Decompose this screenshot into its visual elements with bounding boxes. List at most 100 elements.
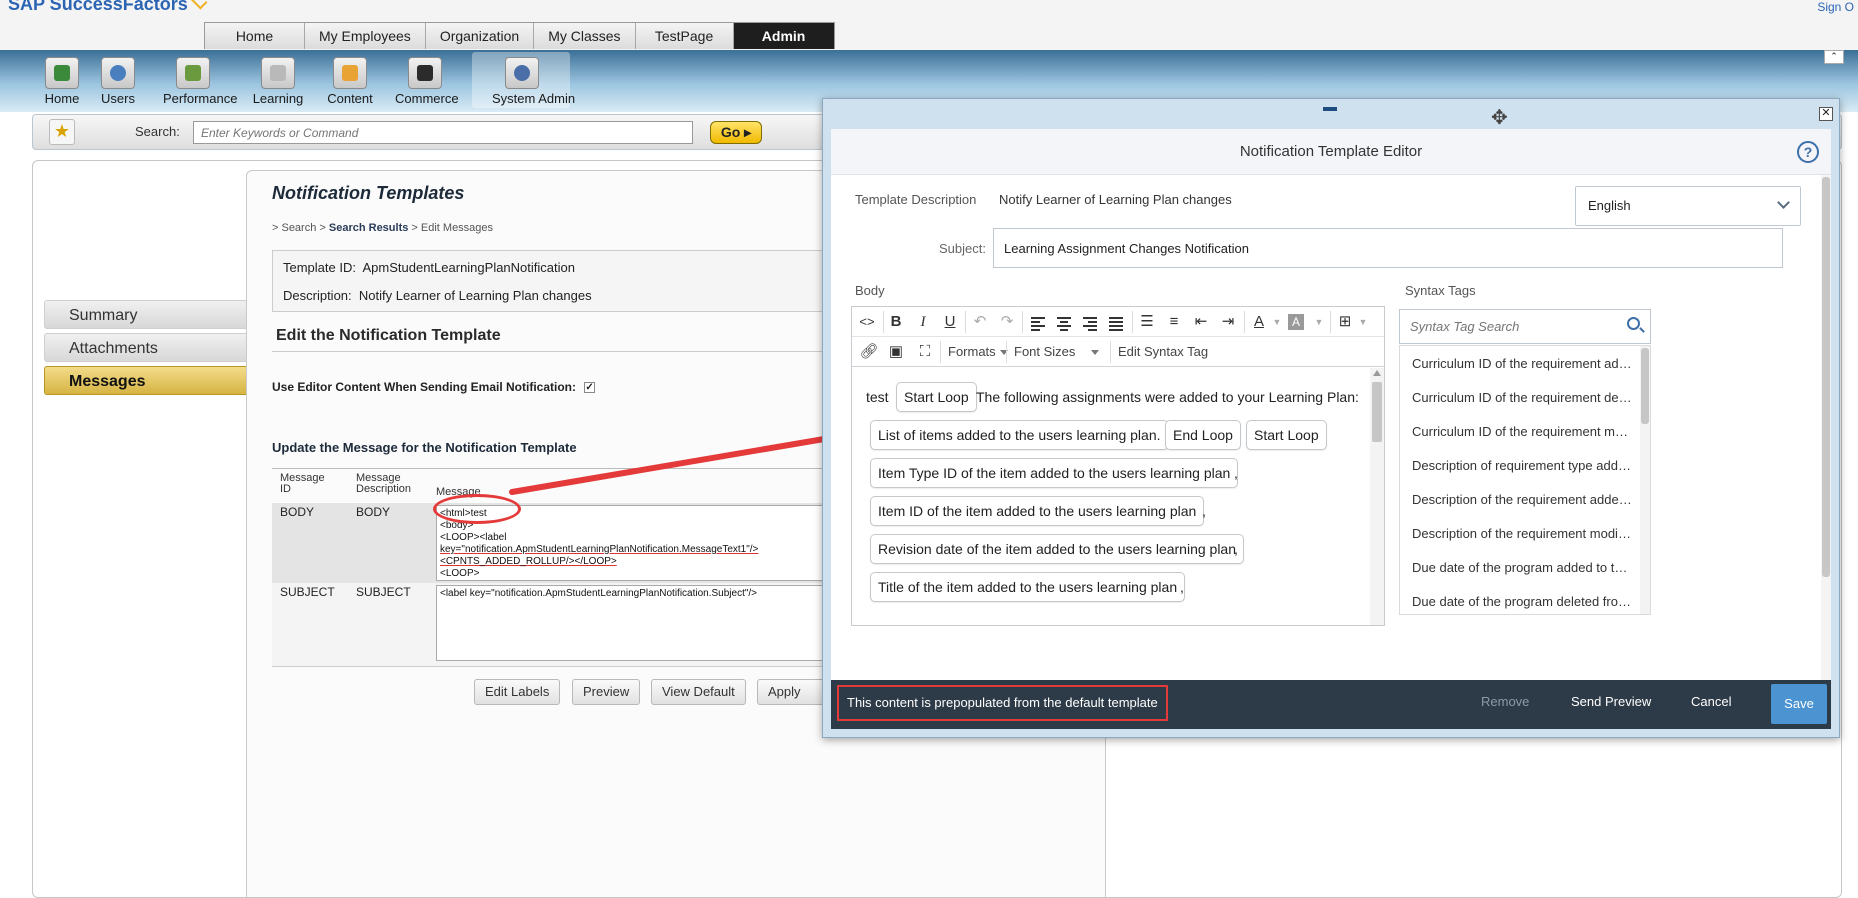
syntax-chip-list-items[interactable]: List of items added to the users learnin… xyxy=(870,420,1169,450)
close-icon[interactable]: ✕ xyxy=(1819,107,1833,121)
breadcrumb-suffix: > Edit Messages xyxy=(408,222,494,234)
syntax-chip-start-loop[interactable]: Start Loop xyxy=(1246,420,1327,450)
numbered-list-icon[interactable]: ≡ xyxy=(1163,312,1185,332)
italic-icon[interactable]: I xyxy=(912,312,934,332)
collapse-header-button[interactable]: ⌃ xyxy=(1824,50,1844,64)
text-intro: The following assignments were added to … xyxy=(976,389,1359,405)
dialog-scrollbar[interactable] xyxy=(1821,175,1831,680)
app-commerce[interactable]: Commerce xyxy=(395,56,459,106)
move-icon[interactable]: ✥ xyxy=(1491,105,1508,130)
remove-button[interactable]: Remove xyxy=(1481,694,1529,709)
search-input[interactable] xyxy=(193,121,693,144)
indent-icon[interactable]: ⇥ xyxy=(1217,312,1239,332)
syntax-tag-search-input[interactable] xyxy=(1399,309,1651,344)
list-item[interactable]: Curriculum ID of the requirement modifie… xyxy=(1412,424,1634,439)
list-item[interactable]: Due date of the program deleted from the… xyxy=(1412,594,1634,609)
dialog-header: Notification Template Editor ? xyxy=(831,129,1831,175)
edit-labels-button[interactable]: Edit Labels xyxy=(474,679,561,705)
syntax-chip-end-loop[interactable]: End Loop xyxy=(1165,420,1241,450)
list-item[interactable]: Due date of the program added to the use… xyxy=(1412,560,1634,575)
subject-input[interactable] xyxy=(993,228,1783,268)
tab-admin[interactable]: Admin xyxy=(733,23,834,49)
justify-icon[interactable] xyxy=(1104,312,1126,332)
cancel-button[interactable]: Cancel xyxy=(1691,694,1731,709)
app-performance-label: Performance xyxy=(163,91,238,106)
list-item[interactable]: Description of requirement type added to… xyxy=(1412,458,1634,473)
editor-content[interactable]: test Start Loop The following assignment… xyxy=(852,368,1384,625)
app-learning[interactable]: Learning xyxy=(248,56,308,106)
logo-chevron-icon xyxy=(190,0,208,10)
template-id-row: Template ID: ApmStudentLearningPlanNotif… xyxy=(283,260,575,275)
language-select[interactable]: English xyxy=(1575,186,1801,226)
preview-button[interactable]: Preview xyxy=(572,679,641,705)
dialog-scroll-thumb[interactable] xyxy=(1822,177,1830,577)
tab-my-classes[interactable]: My Classes xyxy=(534,23,636,49)
template-description-row: Description: Notify Learner of Learning … xyxy=(283,288,592,303)
font-sizes-dropdown[interactable]: Font Sizes xyxy=(1014,344,1104,359)
nav-attachments[interactable]: Attachments xyxy=(44,333,248,362)
template-id-label: Template ID: xyxy=(283,260,356,275)
list-item[interactable]: Curriculum ID of the requirement added t… xyxy=(1412,356,1634,371)
outdent-icon[interactable]: ⇤ xyxy=(1190,312,1212,332)
syntax-chip-revision-date[interactable]: Revision date of the item added to the u… xyxy=(870,534,1245,564)
fullscreen-icon[interactable]: ⛶ xyxy=(914,342,936,362)
row-body-id: BODY xyxy=(280,505,315,519)
align-center-icon[interactable] xyxy=(1052,312,1074,332)
bold-icon[interactable]: B xyxy=(885,312,907,332)
tab-testpage[interactable]: TestPage xyxy=(635,23,734,49)
syntax-chip-item-id[interactable]: Item ID of the item added to the users l… xyxy=(870,496,1205,526)
app-system-admin[interactable]: System Admin xyxy=(492,56,575,106)
apply-changes-button[interactable]: Apply Ch xyxy=(757,679,827,705)
edit-syntax-tag-button[interactable]: Edit Syntax Tag xyxy=(1118,344,1208,359)
help-icon[interactable]: ? xyxy=(1797,141,1819,163)
source-code-icon[interactable]: <> xyxy=(856,312,878,332)
tab-organization[interactable]: Organization xyxy=(425,23,535,49)
go-button[interactable]: Go ▸ xyxy=(710,121,762,144)
app-home[interactable]: Home xyxy=(32,56,92,106)
align-right-icon[interactable] xyxy=(1078,312,1100,332)
editor-scrollbar[interactable] xyxy=(1370,368,1384,625)
align-left-icon[interactable] xyxy=(1026,312,1048,332)
table-caret-icon[interactable]: ▼ xyxy=(1352,312,1374,332)
formats-dropdown[interactable]: Formats xyxy=(948,344,1008,359)
template-description-value: Notify Learner of Learning Plan changes xyxy=(358,288,592,303)
save-button[interactable]: Save xyxy=(1771,684,1827,724)
app-performance[interactable]: Performance xyxy=(163,56,238,106)
redo-icon[interactable]: ↷ xyxy=(996,312,1018,332)
tab-home[interactable]: Home xyxy=(205,23,305,49)
syntax-chip-start-loop[interactable]: Start Loop xyxy=(896,382,977,412)
minimize-icon[interactable] xyxy=(1323,107,1337,111)
undo-icon[interactable]: ↶ xyxy=(969,312,991,332)
breadcrumb-search-results-link[interactable]: Search Results xyxy=(329,222,408,234)
link-icon[interactable]: 🔗︎ xyxy=(858,342,880,362)
syntax-chip-title[interactable]: Title of the item added to the users lea… xyxy=(870,572,1186,602)
editor-scroll-thumb[interactable] xyxy=(1372,382,1382,442)
scroll-up-icon[interactable] xyxy=(1373,370,1381,376)
underline-icon[interactable]: U xyxy=(939,312,961,332)
background-color-caret-icon[interactable]: ▼ xyxy=(1308,312,1330,332)
sign-out-link[interactable]: Sign O xyxy=(1817,0,1854,14)
nav-messages[interactable]: Messages xyxy=(44,366,248,395)
list-item[interactable]: Curriculum ID of the requirement deleted… xyxy=(1412,390,1634,405)
syntax-tag-scrollbar[interactable] xyxy=(1640,346,1650,614)
use-editor-checkbox[interactable]: ✓ xyxy=(584,382,596,394)
app-users[interactable]: Users xyxy=(88,56,148,106)
search-icon[interactable] xyxy=(1627,317,1640,330)
image-icon[interactable]: ▣ xyxy=(885,342,907,362)
favorites-star-icon[interactable]: ★ xyxy=(49,119,75,145)
list-item[interactable]: Description of the requirement added to … xyxy=(1412,492,1634,507)
background-color-icon[interactable]: A xyxy=(1288,314,1304,330)
syntax-chip-item-type[interactable]: Item Type ID of the item added to the us… xyxy=(870,458,1239,488)
app-content[interactable]: Content xyxy=(320,56,380,106)
text-comma: , xyxy=(1234,465,1238,481)
tab-my-employees[interactable]: My Employees xyxy=(305,23,426,49)
send-preview-button[interactable]: Send Preview xyxy=(1571,694,1651,709)
list-item[interactable]: Description of the requirement modified … xyxy=(1412,526,1634,541)
syntax-tag-scroll-thumb[interactable] xyxy=(1641,348,1649,424)
bullet-list-icon[interactable]: ☰ xyxy=(1136,312,1158,332)
nav-summary[interactable]: Summary xyxy=(44,300,248,329)
view-default-button[interactable]: View Default xyxy=(651,679,746,705)
language-value: English xyxy=(1588,198,1631,213)
logo[interactable]: SAP SuccessFactors xyxy=(8,0,208,15)
text-color-caret-icon[interactable]: ▼ xyxy=(1266,312,1288,332)
